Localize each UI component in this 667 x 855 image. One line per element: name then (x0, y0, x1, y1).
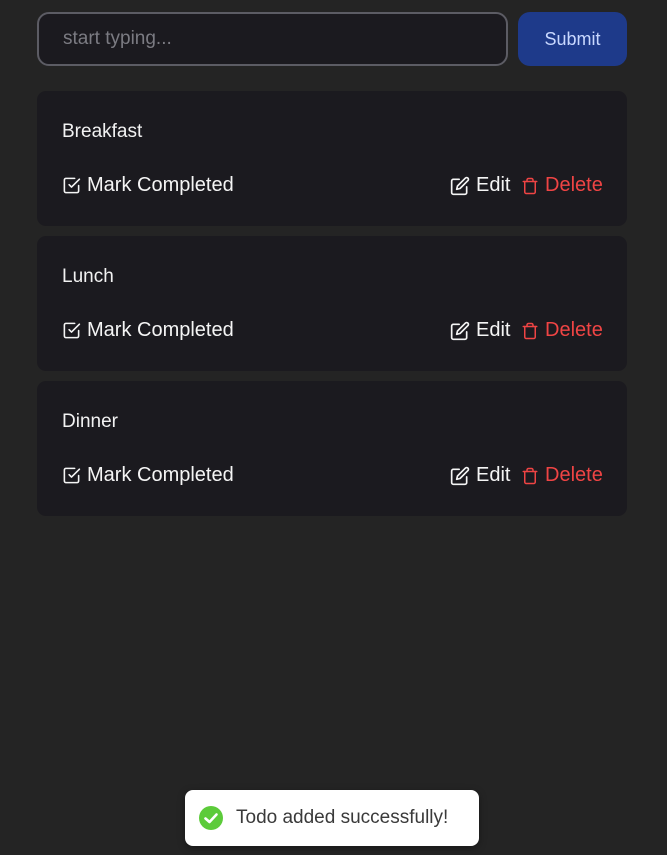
trash-icon (522, 467, 538, 484)
edit-button[interactable]: Edit (450, 464, 510, 487)
mark-completed-button[interactable]: Mark Completed (62, 319, 234, 342)
check-square-icon (63, 177, 81, 194)
delete-label: Delete (545, 464, 603, 486)
edit-icon (450, 176, 470, 195)
todo-form: Submit (37, 12, 627, 66)
delete-label: Delete (545, 174, 603, 196)
edit-icon (450, 321, 470, 340)
edit-label: Edit (476, 464, 511, 486)
todo-title: Lunch (62, 266, 114, 287)
mark-completed-label: Mark Completed (87, 174, 234, 196)
edit-label: Edit (476, 319, 511, 341)
todo-item: Lunch Mark Completed Edit Delete (37, 236, 627, 371)
success-toast: Todo added successfully! (185, 790, 479, 846)
todo-item: Dinner Mark Completed Edit Delete (37, 381, 627, 516)
submit-button[interactable]: Submit (518, 12, 627, 66)
todo-list: Breakfast Mark Completed Edit Delete Lun… (37, 91, 627, 526)
todo-input[interactable] (37, 12, 508, 66)
edit-label: Edit (476, 174, 511, 196)
trash-icon (522, 322, 538, 339)
check-circle-icon (199, 806, 223, 830)
todo-app: Submit Breakfast Mark Completed Edit (0, 0, 667, 855)
delete-button[interactable]: Delete (521, 174, 603, 197)
todo-title: Breakfast (62, 121, 143, 142)
trash-icon (522, 177, 538, 194)
toast-message: Todo added successfully! (236, 807, 449, 828)
edit-button[interactable]: Edit (450, 319, 510, 342)
check-square-icon (63, 322, 81, 339)
edit-icon (450, 466, 470, 485)
check-square-icon (63, 467, 81, 484)
mark-completed-button[interactable]: Mark Completed (62, 174, 234, 197)
edit-button[interactable]: Edit (450, 174, 510, 197)
delete-label: Delete (545, 319, 603, 341)
mark-completed-label: Mark Completed (87, 464, 234, 486)
mark-completed-label: Mark Completed (87, 319, 234, 341)
delete-button[interactable]: Delete (521, 319, 603, 342)
mark-completed-button[interactable]: Mark Completed (62, 464, 234, 487)
delete-button[interactable]: Delete (521, 464, 603, 487)
todo-title: Dinner (62, 411, 118, 432)
todo-item: Breakfast Mark Completed Edit Delete (37, 91, 627, 226)
